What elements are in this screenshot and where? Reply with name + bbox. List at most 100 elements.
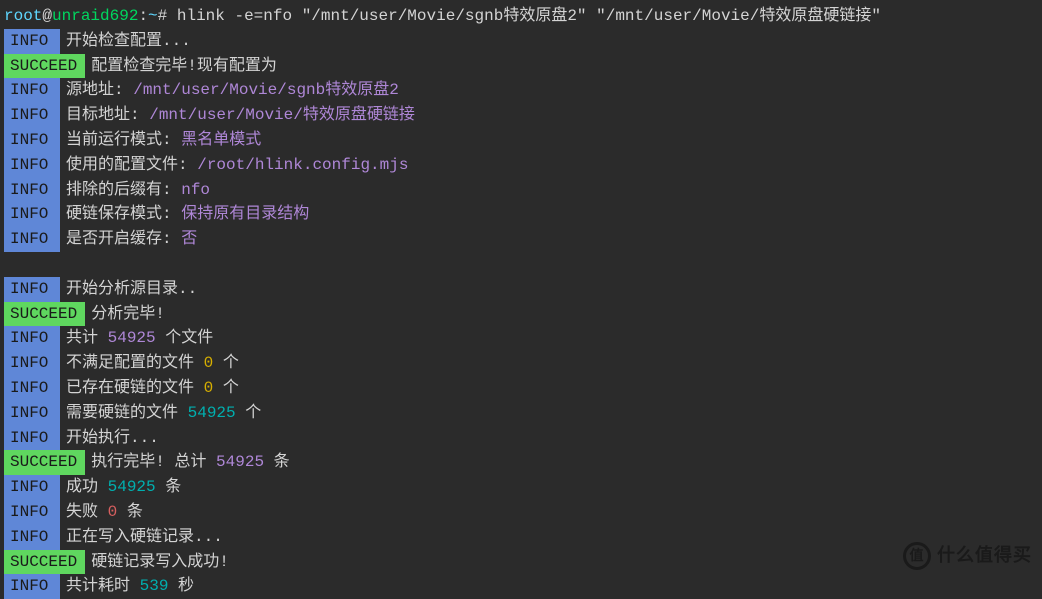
command-text[interactable]: hlink -e=nfo "/mnt/user/Movie/sgnb特效原盘2"… (167, 7, 881, 25)
log-tag-info: INFO (4, 103, 60, 128)
log-part: /root/hlink.config.mjs (197, 156, 408, 174)
terminal-output: INFO开始检查配置...SUCCEED 配置检查完毕!现有配置为INFO源地址… (4, 29, 1038, 599)
log-part: 失败 (66, 503, 108, 521)
log-part: 个 (213, 354, 239, 372)
log-part: 源地址: (66, 81, 133, 99)
log-content: 已存在硬链的文件 0 个 (66, 376, 239, 401)
log-part: 不满足配置的文件 (66, 354, 204, 372)
log-line: INFO已存在硬链的文件 0 个 (4, 376, 1038, 401)
log-line: INFO共计耗时 539 秒 (4, 574, 1038, 599)
log-part: 使用的配置文件: (66, 156, 197, 174)
watermark: 值 什么值得买 (903, 542, 1032, 570)
log-tag-info: INFO (4, 29, 60, 54)
log-tag-info: INFO (4, 78, 60, 103)
log-content: 执行完毕! 总计 54925 条 (91, 450, 289, 475)
log-part: 硬链保存模式: (66, 205, 181, 223)
log-part: 否 (181, 230, 197, 248)
log-part: 54925 (108, 478, 156, 496)
log-part: 共计耗时 (66, 577, 140, 595)
log-part: 是否开启缓存: (66, 230, 181, 248)
log-part: 正在写入硬链记录... (66, 528, 223, 546)
log-tag-succeed: SUCCEED (4, 550, 85, 575)
log-content: 需要硬链的文件 54925 个 (66, 401, 261, 426)
log-tag-succeed: SUCCEED (4, 450, 85, 475)
log-part: 个 (236, 404, 262, 422)
log-line: SUCCEED 硬链记录写入成功! (4, 550, 1038, 575)
log-line: INFO需要硬链的文件 54925 个 (4, 401, 1038, 426)
prompt-at: @ (42, 7, 52, 25)
log-part: 开始分析源目录.. (66, 280, 197, 298)
log-line: INFO当前运行模式: 黑名单模式 (4, 128, 1038, 153)
log-tag-info: INFO (4, 351, 60, 376)
log-content: 使用的配置文件: /root/hlink.config.mjs (66, 153, 408, 178)
log-line: INFO 开始执行... (4, 426, 1038, 451)
log-part: 54925 (108, 329, 156, 347)
log-part: 分析完毕! (91, 305, 165, 323)
prompt-colon: : (138, 7, 148, 25)
log-content: 配置检查完毕!现有配置为 (91, 54, 277, 79)
log-tag-info: INFO (4, 500, 60, 525)
log-part: 开始检查配置... (66, 32, 191, 50)
log-content: 目标地址: /mnt/user/Movie/特效原盘硬链接 (66, 103, 415, 128)
log-part: 开始执行... (66, 429, 159, 447)
log-part: 执行完毕! 总计 (91, 453, 216, 471)
log-tag-info: INFO (4, 128, 60, 153)
log-part: 条 (156, 478, 182, 496)
log-tag-info: INFO (4, 525, 60, 550)
log-content: 当前运行模式: 黑名单模式 (66, 128, 261, 153)
log-content: 开始检查配置... (66, 29, 191, 54)
log-part: 保持原有目录结构 (181, 205, 309, 223)
log-line: INFO硬链保存模式: 保持原有目录结构 (4, 202, 1038, 227)
log-part: 条 (117, 503, 143, 521)
log-line: INFO 开始检查配置... (4, 29, 1038, 54)
log-line: INFO排除的后缀有: nfo (4, 178, 1038, 203)
log-part: 秒 (168, 577, 194, 595)
log-part: 0 (204, 379, 214, 397)
prompt-path: ~ (148, 7, 158, 25)
log-content: 是否开启缓存: 否 (66, 227, 197, 252)
log-part: 当前运行模式: (66, 131, 181, 149)
log-part: 539 (140, 577, 169, 595)
log-tag-info: INFO (4, 227, 60, 252)
log-content: 开始执行... (66, 426, 159, 451)
log-content: 失败 0 条 (66, 500, 143, 525)
empty-line (4, 252, 1038, 277)
log-content: 正在写入硬链记录... (66, 525, 223, 550)
log-part: 排除的后缀有: (66, 181, 181, 199)
log-part: 54925 (188, 404, 236, 422)
log-content: 源地址: /mnt/user/Movie/sgnb特效原盘2 (66, 78, 399, 103)
log-content: 共计 54925 个文件 (66, 326, 213, 351)
log-part: 个 (213, 379, 239, 397)
log-tag-info: INFO (4, 574, 60, 599)
log-part: 个文件 (156, 329, 214, 347)
log-tag-info: INFO (4, 277, 60, 302)
log-content: 共计耗时 539 秒 (66, 574, 194, 599)
log-tag-succeed: SUCCEED (4, 302, 85, 327)
log-part: 已存在硬链的文件 (66, 379, 204, 397)
log-content: 不满足配置的文件 0 个 (66, 351, 239, 376)
watermark-text: 什么值得买 (937, 542, 1032, 570)
log-line: INFO不满足配置的文件 0 个 (4, 351, 1038, 376)
log-part: 共计 (66, 329, 108, 347)
log-content: 分析完毕! (91, 302, 165, 327)
log-content: 硬链记录写入成功! (91, 550, 229, 575)
log-part: /mnt/user/Movie/特效原盘硬链接 (149, 106, 415, 124)
log-line: INFO共计 54925 个文件 (4, 326, 1038, 351)
log-content: 排除的后缀有: nfo (66, 178, 210, 203)
prompt-user: root (4, 7, 42, 25)
log-tag-info: INFO (4, 178, 60, 203)
log-part: 0 (108, 503, 118, 521)
prompt-host: unraid692 (52, 7, 138, 25)
log-part: /mnt/user/Movie/sgnb特效原盘2 (133, 81, 399, 99)
log-part: 需要硬链的文件 (66, 404, 188, 422)
log-tag-succeed: SUCCEED (4, 54, 85, 79)
log-tag-info: INFO (4, 475, 60, 500)
log-tag-info: INFO (4, 153, 60, 178)
log-content: 成功 54925 条 (66, 475, 181, 500)
log-tag-info: INFO (4, 426, 60, 451)
shell-prompt-line: root@unraid692:~# hlink -e=nfo "/mnt/use… (4, 4, 1038, 29)
log-part: 0 (204, 354, 214, 372)
log-part: 54925 (216, 453, 264, 471)
log-line: INFO 开始分析源目录.. (4, 277, 1038, 302)
log-tag-info: INFO (4, 401, 60, 426)
